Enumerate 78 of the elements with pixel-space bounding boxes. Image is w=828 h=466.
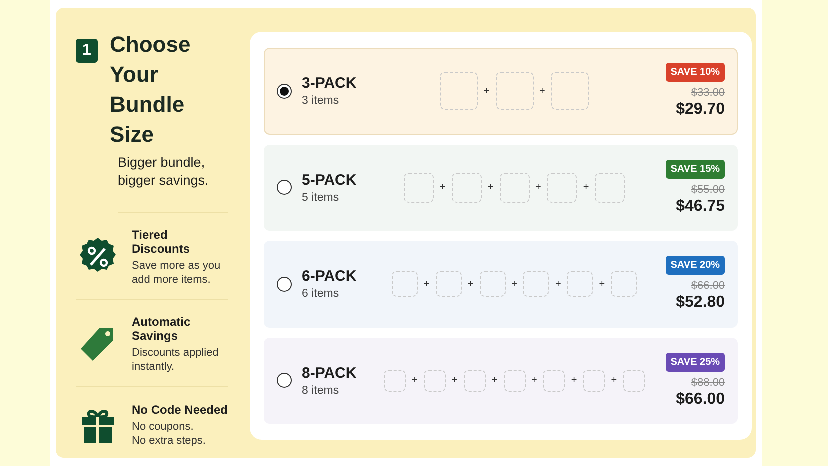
plus-sign: + (452, 375, 458, 386)
item-slot[interactable] (464, 370, 486, 392)
feature-description: No extra steps. (132, 434, 207, 448)
bundle-option[interactable]: 5-PACK 5 items + + + + SAVE 15% $55.00 $46.75 (264, 144, 738, 231)
plus-sign: + (468, 278, 474, 290)
step-number: 1 (76, 39, 98, 63)
plus-sign: + (571, 375, 578, 386)
item-slot[interactable] (496, 72, 534, 110)
plus-sign: + (536, 182, 542, 194)
plus-sign: + (599, 278, 606, 290)
plus-sign: + (424, 278, 430, 290)
discount-badge: SAVE 15% (666, 160, 726, 179)
plus-sign: + (611, 375, 618, 386)
radio-button[interactable] (277, 180, 292, 196)
item-count: 5 items (302, 192, 340, 204)
step-title: Choose Your Bundle Size (110, 31, 192, 149)
pack-name: 6-PACK (302, 268, 358, 286)
item-slot[interactable] (523, 271, 550, 298)
item-slot[interactable] (504, 370, 526, 392)
item-slot[interactable] (480, 271, 506, 298)
plus-sign: + (484, 86, 490, 97)
item-count: 8 items (302, 384, 340, 397)
item-slot[interactable] (424, 370, 446, 392)
feature-title: Automatic Savings (132, 314, 192, 342)
plus-sign: + (440, 182, 446, 194)
radio-button[interactable] (277, 276, 292, 292)
feature-description: instantly. (132, 360, 176, 374)
step-subtitle: Bigger bundle, bigger savings. (118, 154, 228, 213)
feature-description: add more items. (132, 272, 212, 286)
item-slot[interactable] (567, 271, 594, 298)
original-price: $88.00 (691, 376, 726, 389)
plus-sign: + (412, 375, 418, 386)
item-slot[interactable] (436, 271, 462, 298)
plus-sign: + (540, 86, 546, 97)
item-slot[interactable] (595, 172, 626, 203)
item-slot[interactable] (611, 271, 638, 298)
feature-title: Tiered Discounts (132, 228, 192, 256)
discount-badge: SAVE 20% (666, 256, 726, 276)
bundle-price: $29.70 (676, 101, 726, 120)
radio-button[interactable] (277, 373, 292, 388)
plus-sign: + (488, 182, 494, 194)
plus-sign: + (532, 375, 538, 386)
item-slot[interactable] (384, 370, 406, 392)
original-price: $33.00 (691, 87, 726, 100)
item-count: 6 items (302, 288, 340, 300)
item-slot[interactable] (404, 172, 434, 203)
item-slot[interactable] (392, 271, 418, 298)
item-slot[interactable] (543, 370, 566, 392)
item-slot[interactable] (551, 72, 590, 110)
pack-name: 5-PACK (302, 172, 358, 189)
bundle-price: $66.00 (676, 390, 726, 409)
feature-description: Discounts applied (132, 346, 220, 360)
bundle-option[interactable]: 3-PACK 3 items + + SAVE 10% $33.00 $29.70 (264, 48, 738, 134)
feature-title: No Code Needed (132, 403, 228, 417)
plus-sign: + (512, 278, 518, 290)
item-slot[interactable] (583, 370, 606, 392)
pack-name: 8-PACK (302, 364, 358, 382)
plus-sign: + (583, 182, 590, 194)
original-price: $66.00 (691, 280, 726, 292)
bundle-option[interactable]: 6-PACK 6 items + + + + + SAVE 20% $66.00 $52.80 (264, 241, 738, 328)
original-price: $55.00 (691, 184, 726, 196)
discount-badge: SAVE 25% (666, 352, 726, 372)
pack-name: 3-PACK (302, 75, 358, 92)
discount-badge: SAVE 10% (666, 63, 726, 82)
item-slot[interactable] (452, 172, 482, 203)
bundle-price: $46.75 (676, 198, 726, 216)
plus-sign: + (555, 278, 562, 290)
feature-description: Save more as you (132, 258, 222, 272)
item-slot[interactable] (440, 72, 478, 110)
item-slot[interactable] (500, 172, 530, 203)
item-slot[interactable] (623, 370, 646, 392)
item-count: 3 items (302, 95, 340, 108)
plus-sign: + (492, 375, 498, 386)
bundle-price: $52.80 (676, 294, 726, 312)
bundle-option[interactable]: 8-PACK 8 items + + + + + + SAVE 25% $88.00 $66.00 (264, 338, 738, 424)
feature-description: No coupons. (132, 420, 195, 434)
radio-button[interactable] (277, 84, 292, 99)
item-slot[interactable] (547, 172, 578, 203)
